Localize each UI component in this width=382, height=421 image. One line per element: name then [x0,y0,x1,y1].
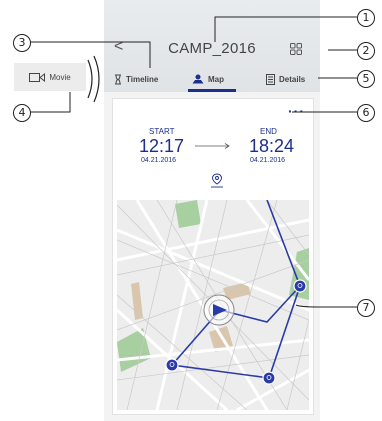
callout-2: 2 [357,42,375,60]
callout-7: 7 [357,299,375,317]
callout-6: 6 [357,104,375,122]
callout-lines [30,16,357,308]
callout-1: 1 [357,9,375,27]
callout-3: 3 [13,34,31,52]
callout-5: 5 [357,70,375,88]
callout-4: 4 [13,104,31,122]
